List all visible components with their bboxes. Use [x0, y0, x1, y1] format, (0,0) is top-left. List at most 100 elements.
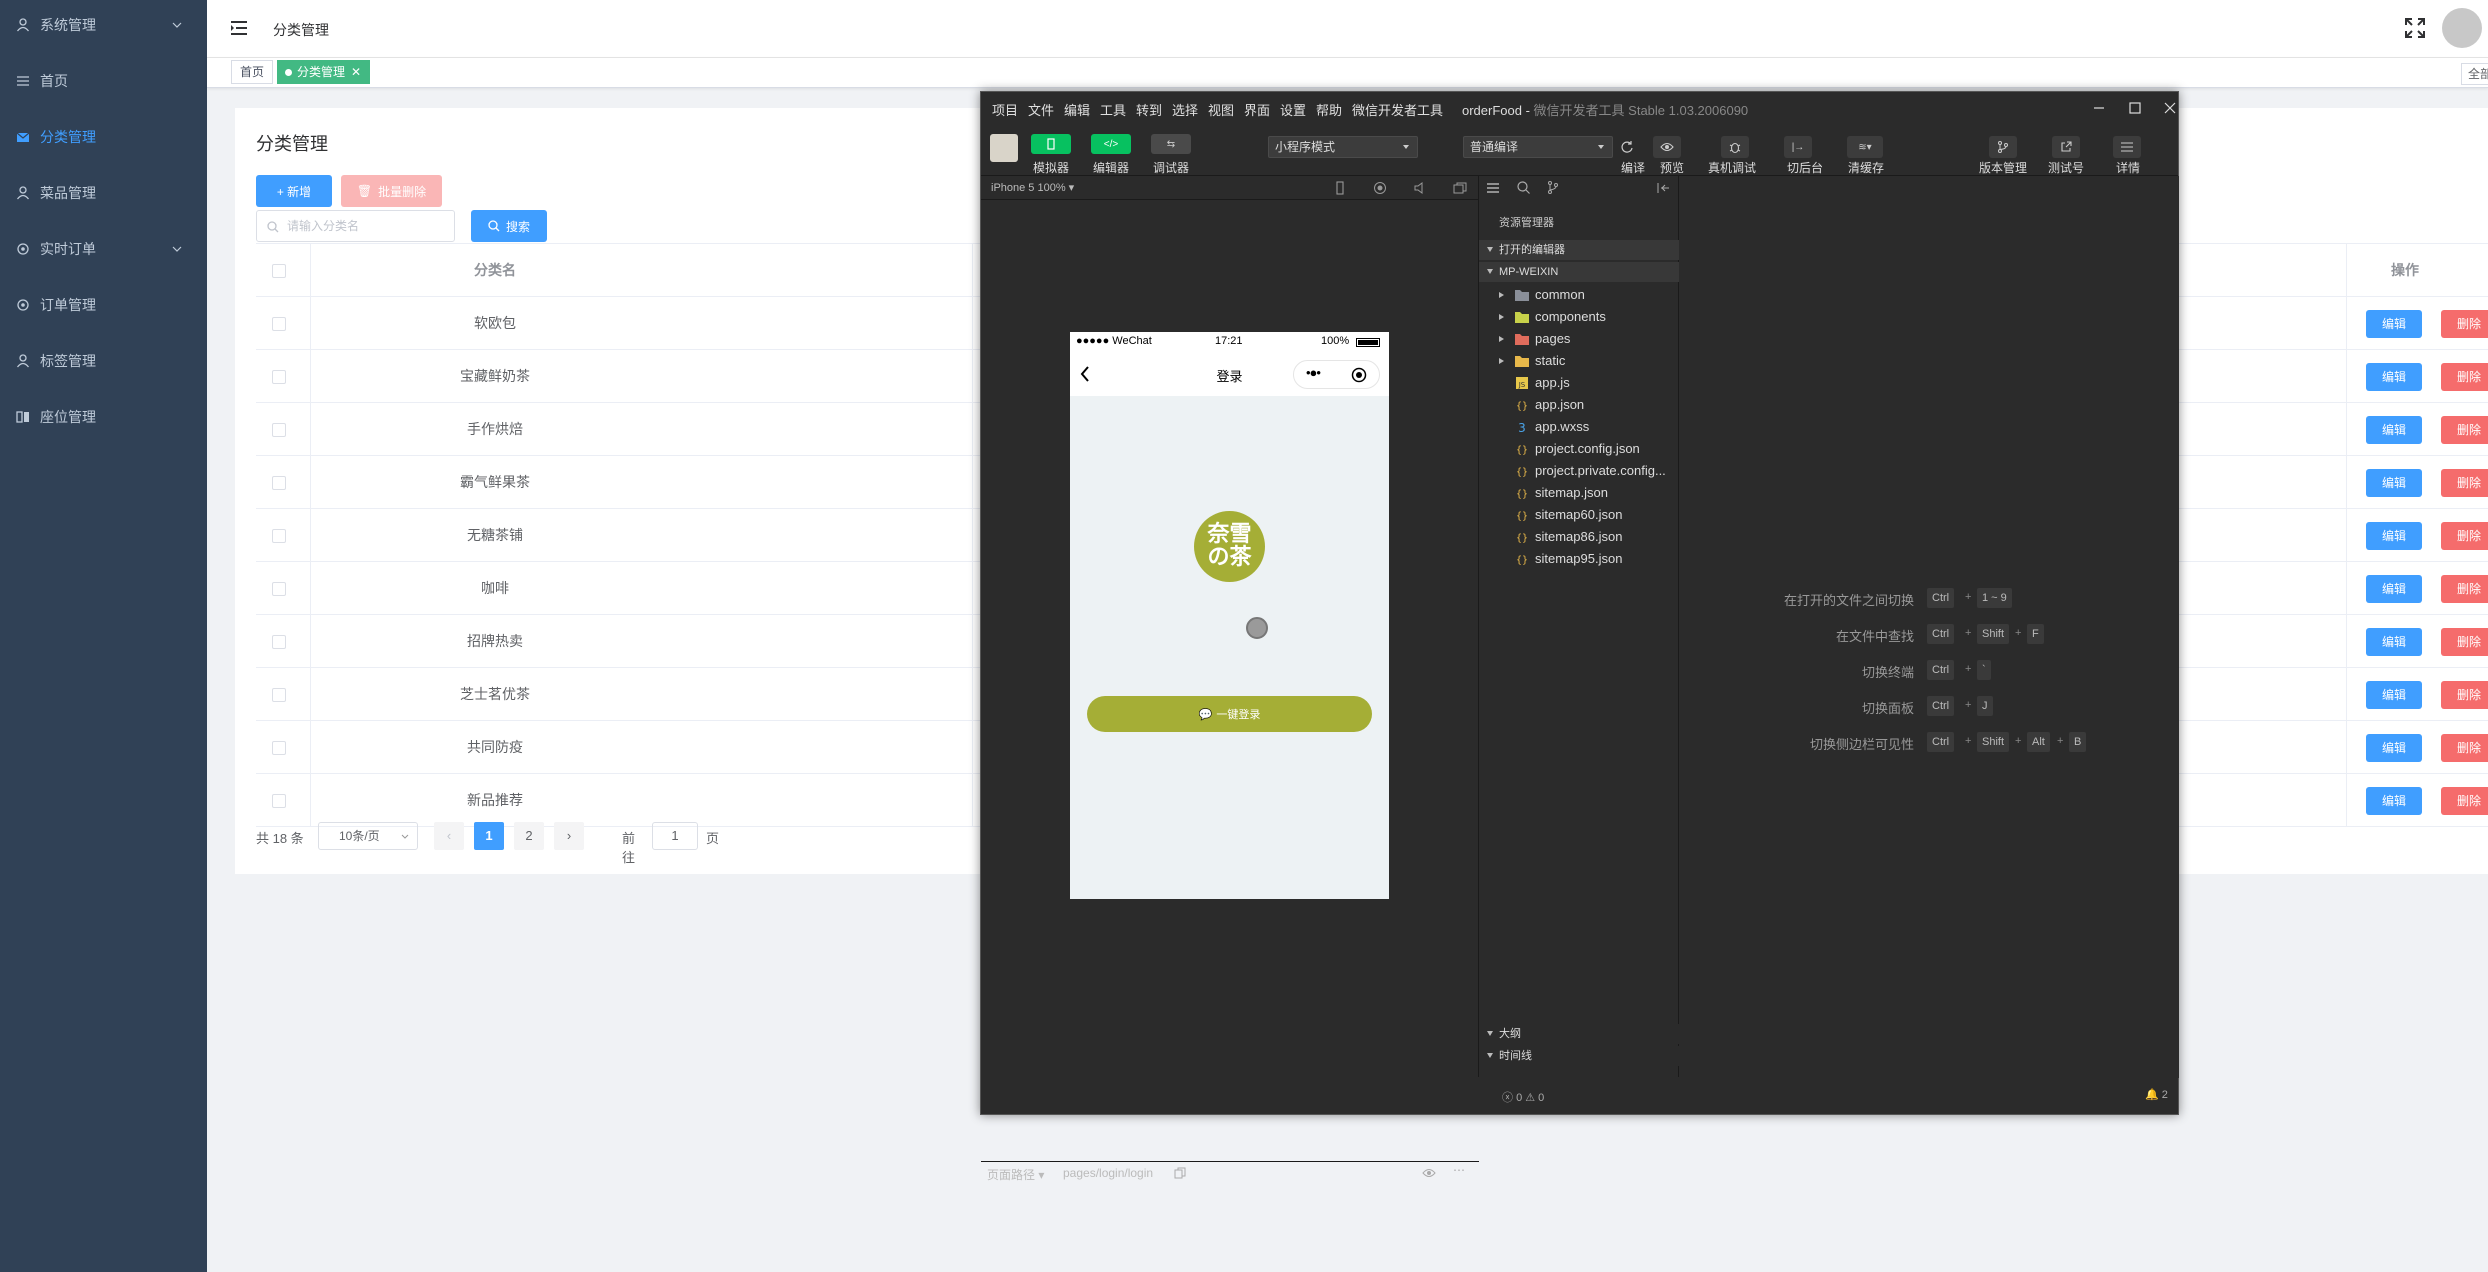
- delete-button[interactable]: 删除: [2441, 681, 2488, 709]
- hamburger-icon[interactable]: [231, 21, 247, 35]
- record-icon[interactable]: [1373, 181, 1387, 195]
- sidebar-item-tag[interactable]: 标签管理: [0, 333, 207, 389]
- minimize-icon[interactable]: [2091, 100, 2107, 116]
- close-icon[interactable]: [2162, 100, 2178, 116]
- folder-item[interactable]: common: [1479, 284, 1679, 306]
- sidebar-item-dish[interactable]: 菜品管理: [0, 165, 207, 221]
- breadcrumb[interactable]: 分类管理: [273, 20, 329, 40]
- file-item[interactable]: {} sitemap60.json: [1479, 504, 1679, 526]
- page-1-button[interactable]: 1: [474, 822, 504, 850]
- mode-select[interactable]: 小程序模式: [1268, 136, 1418, 158]
- edit-button[interactable]: 编辑: [2366, 787, 2422, 815]
- row-checkbox[interactable]: [272, 476, 286, 490]
- file-item[interactable]: {} project.config.json: [1479, 438, 1679, 460]
- delete-button[interactable]: 删除: [2441, 787, 2488, 815]
- folder-item[interactable]: pages: [1479, 328, 1679, 350]
- menu-file[interactable]: 文件: [1028, 100, 1054, 119]
- test-account-button[interactable]: [2052, 136, 2080, 158]
- delete-button[interactable]: 删除: [2441, 628, 2488, 656]
- row-checkbox[interactable]: [272, 794, 286, 808]
- compile-button[interactable]: [1613, 136, 1641, 158]
- menu-tools[interactable]: 工具: [1100, 100, 1126, 119]
- branch-icon[interactable]: [1547, 181, 1559, 194]
- background-button[interactable]: |→: [1784, 136, 1812, 158]
- batch-delete-button[interactable]: 🗑 批量删除: [341, 175, 442, 207]
- device-select[interactable]: iPhone 5 100% ▾: [991, 181, 1074, 194]
- close-all-button[interactable]: 全部: [2461, 63, 2488, 85]
- copy-icon[interactable]: [1174, 1167, 1186, 1179]
- problems-indicator[interactable]: ⓧ 0 ⚠ 0: [1502, 1089, 1544, 1105]
- sidebar-item-system[interactable]: 系统管理: [0, 0, 207, 53]
- menu-settings[interactable]: 设置: [1280, 100, 1306, 119]
- sidebar-item-realtime-order[interactable]: 实时订单: [0, 221, 207, 277]
- menu-goto[interactable]: 转到: [1136, 100, 1162, 119]
- expand-arrow-icon[interactable]: [1499, 336, 1504, 342]
- file-item[interactable]: {} sitemap.json: [1479, 482, 1679, 504]
- delete-button[interactable]: 删除: [2441, 363, 2488, 391]
- expand-arrow-icon[interactable]: [1499, 314, 1504, 320]
- edit-button[interactable]: 编辑: [2366, 469, 2422, 497]
- version-button[interactable]: [1989, 136, 2017, 158]
- user-avatar[interactable]: [990, 134, 1018, 162]
- outline-section[interactable]: 大纲: [1479, 1024, 1679, 1044]
- eye-icon[interactable]: [1422, 1167, 1436, 1179]
- prev-page-button[interactable]: ‹: [434, 822, 464, 850]
- edit-button[interactable]: 编辑: [2366, 310, 2422, 338]
- detail-button[interactable]: [2113, 136, 2141, 158]
- column-header-name[interactable]: 分类名: [311, 244, 679, 297]
- delete-button[interactable]: 删除: [2441, 734, 2488, 762]
- folder-item[interactable]: static: [1479, 350, 1679, 372]
- file-item[interactable]: {} sitemap95.json: [1479, 548, 1679, 570]
- close-circle-icon[interactable]: [1351, 367, 1367, 383]
- collapse-panel-icon[interactable]: [1657, 182, 1670, 194]
- delete-button[interactable]: 删除: [2441, 469, 2488, 497]
- phone-icon[interactable]: [1333, 181, 1347, 195]
- menu-edit[interactable]: 编辑: [1064, 100, 1090, 119]
- search-button[interactable]: 搜索: [471, 210, 547, 242]
- edit-button[interactable]: 编辑: [2366, 681, 2422, 709]
- search-icon[interactable]: [1517, 181, 1530, 194]
- compile-mode-select[interactable]: 普通编译: [1463, 136, 1613, 158]
- page-size-select[interactable]: 10条/页: [318, 822, 418, 850]
- row-checkbox[interactable]: [272, 317, 286, 331]
- tag-category[interactable]: 分类管理 ✕: [277, 60, 371, 84]
- capsule-menu[interactable]: •●•: [1293, 360, 1380, 389]
- sidebar-item-seat[interactable]: 座位管理: [0, 389, 207, 445]
- remote-debug-button[interactable]: [1721, 136, 1749, 158]
- close-icon[interactable]: ✕: [351, 65, 361, 79]
- menu-interface[interactable]: 界面: [1244, 100, 1270, 119]
- page-path-label[interactable]: 页面路径 ▾: [987, 1166, 1044, 1183]
- simulator-toggle[interactable]: [1031, 134, 1071, 154]
- menu-project[interactable]: 项目: [992, 100, 1018, 119]
- menu-view[interactable]: 视图: [1208, 100, 1234, 119]
- menu-help[interactable]: 帮助: [1316, 100, 1342, 119]
- editor-toggle[interactable]: </>: [1091, 134, 1131, 154]
- file-item[interactable]: {} app.json: [1479, 394, 1679, 416]
- menu-select[interactable]: 选择: [1172, 100, 1198, 119]
- preview-button[interactable]: [1653, 136, 1681, 158]
- sidebar-item-home[interactable]: 首页: [0, 53, 207, 109]
- expand-arrow-icon[interactable]: [1499, 358, 1504, 364]
- row-checkbox[interactable]: [272, 741, 286, 755]
- edit-button[interactable]: 编辑: [2366, 416, 2422, 444]
- clear-cache-button[interactable]: ≋▾: [1847, 136, 1883, 158]
- sidebar-item-category[interactable]: 分类管理: [0, 109, 207, 165]
- page-2-button[interactable]: 2: [514, 822, 544, 850]
- avatar[interactable]: [2442, 8, 2482, 48]
- goto-input[interactable]: 1: [652, 822, 698, 850]
- delete-button[interactable]: 删除: [2441, 522, 2488, 550]
- select-all-checkbox[interactable]: [272, 264, 286, 278]
- more-icon[interactable]: •●•: [1306, 365, 1321, 380]
- edit-button[interactable]: 编辑: [2366, 363, 2422, 391]
- expand-arrow-icon[interactable]: [1499, 292, 1504, 298]
- fullscreen-icon[interactable]: [2404, 17, 2426, 39]
- more-icon[interactable]: ⋯: [1453, 1163, 1465, 1177]
- file-item[interactable]: 3 app.wxss: [1479, 416, 1679, 438]
- file-item[interactable]: JS app.js: [1479, 372, 1679, 394]
- edit-button[interactable]: 编辑: [2366, 734, 2422, 762]
- search-input[interactable]: 请输入分类名: [256, 210, 455, 242]
- delete-button[interactable]: 删除: [2441, 310, 2488, 338]
- open-editors-section[interactable]: 打开的编辑器: [1479, 240, 1679, 260]
- row-checkbox[interactable]: [272, 582, 286, 596]
- project-root-section[interactable]: MP-WEIXIN: [1479, 262, 1679, 282]
